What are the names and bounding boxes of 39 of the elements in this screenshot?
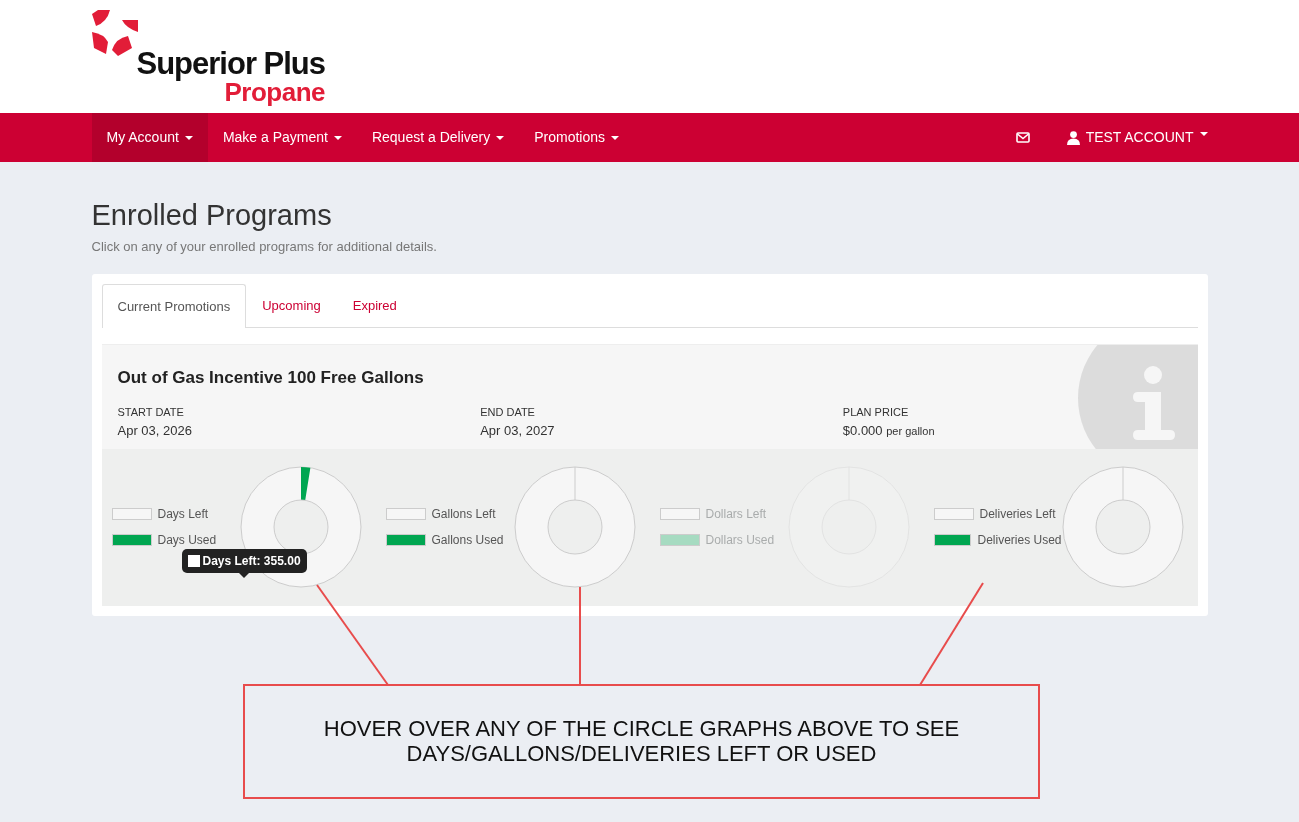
caret-icon <box>611 135 620 140</box>
callout-text: HOVER OVER ANY OF THE CIRCLE GRAPHS ABOVE TO SEE <box>323 716 960 742</box>
legend-swatch <box>187 554 200 567</box>
nav-menu[interactable]: Promotions <box>519 113 635 162</box>
tab[interactable]: Expired <box>336 284 413 327</box>
field-label: END DATE <box>480 405 536 421</box>
legend-label: Deliveries Used <box>977 532 1062 550</box>
caret-icon <box>184 135 193 140</box>
legend-label: Dollars Left <box>705 506 767 524</box>
page-subtitle: Click on any of your enrolled programs for additional details. <box>91 237 438 256</box>
logo-text: Superior Plus <box>136 48 326 79</box>
price-unit: per gallon <box>886 424 935 437</box>
field-value: Apr 03, 2027 <box>480 421 556 440</box>
legend-label: Gallons Left <box>431 506 496 524</box>
nav-menu[interactable]: Make a Payment <box>207 113 357 162</box>
callout-text: DAYS/GALLONS/DELIVERIES LEFT OR USED <box>406 741 877 767</box>
caret-icon <box>496 135 505 140</box>
logo-subtext: Propane <box>224 79 326 105</box>
plan-price: $0.000 <box>842 422 883 438</box>
nav-menu[interactable]: My Account <box>91 113 208 162</box>
nav-menu[interactable]: Request a Delivery <box>356 113 520 162</box>
legend-label: Dollars Used <box>705 532 775 550</box>
account-menu[interactable]: TEST ACCOUNT <box>1051 113 1208 162</box>
page-title: Enrolled Programs <box>91 198 333 233</box>
legend-label: Gallons Used <box>431 532 504 550</box>
field-label: PLAN PRICE <box>842 405 910 421</box>
caret-icon <box>1199 131 1208 136</box>
caret-icon <box>333 135 342 140</box>
envelope-icon <box>1015 132 1030 143</box>
program-title: Out of Gas Incentive 100 Free Gallons <box>117 366 425 389</box>
tooltip-text: Days Left: 355.00 <box>202 552 301 570</box>
tab[interactable]: Current Promotions <box>101 284 247 328</box>
tab[interactable]: Upcoming <box>246 284 337 327</box>
legend-label: Deliveries Left <box>979 506 1056 524</box>
user-icon <box>1066 130 1080 145</box>
field-label: START DATE <box>117 405 185 421</box>
legend-label: Days Left <box>157 506 209 524</box>
field-value: Apr 03, 2026 <box>117 421 193 440</box>
legend-label: Days Used <box>157 532 217 550</box>
